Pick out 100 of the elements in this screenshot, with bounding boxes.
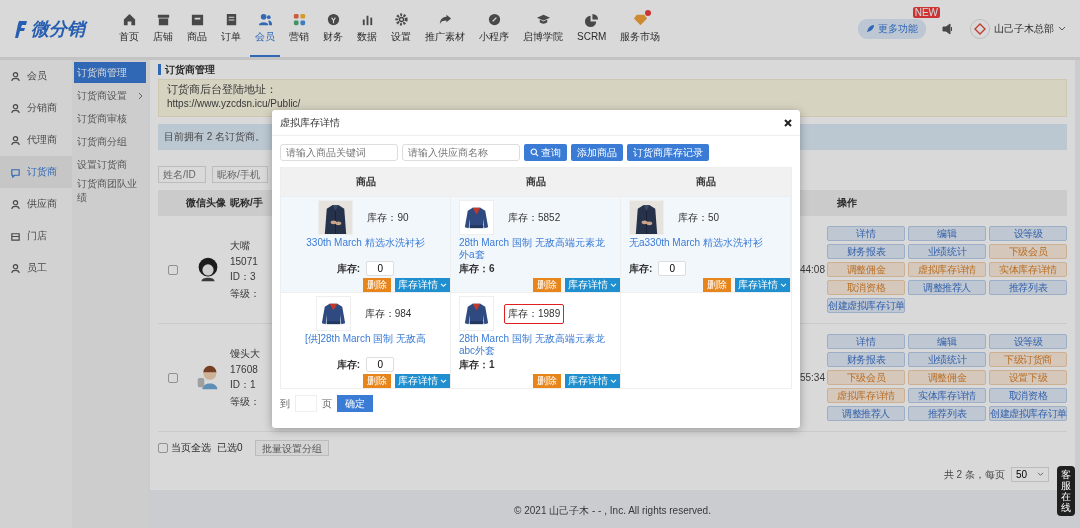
stock-count: 库存：984 xyxy=(363,306,413,321)
sidebar-item[interactable]: 会员 xyxy=(0,60,72,92)
nav-tab[interactable]: SCRM xyxy=(572,0,612,57)
delete-button[interactable]: 删除 xyxy=(703,278,731,292)
action-button[interactable]: 业绩统计 xyxy=(908,352,986,367)
search-button[interactable]: 查询 xyxy=(524,144,567,161)
row-checkbox[interactable] xyxy=(168,372,178,383)
action-button[interactable]: 虚拟库存详情 xyxy=(908,262,986,277)
account-name[interactable]: 山己子木总部 xyxy=(994,21,1054,36)
stock-details-button[interactable]: 库存详情 xyxy=(565,278,620,292)
product-link[interactable]: 无a330th March 精选水洗衬衫 xyxy=(621,235,790,249)
action-button[interactable]: 下级会员 xyxy=(989,244,1067,259)
action-button[interactable]: 取消资格 xyxy=(827,280,905,295)
action-button[interactable]: 虚拟库存详情 xyxy=(827,388,905,403)
product-link[interactable]: [供]28th March 国制 无敌高 xyxy=(281,331,450,345)
stock-input[interactable]: 0 xyxy=(366,357,395,372)
action-button[interactable]: 取消资格 xyxy=(989,388,1067,403)
stock-details-button[interactable]: 库存详情 xyxy=(735,278,790,292)
action-button[interactable]: 设等级 xyxy=(989,334,1067,349)
page-label: 页 xyxy=(322,396,332,411)
action-button[interactable]: 业绩统计 xyxy=(908,244,986,259)
action-button[interactable]: 调整推荐人 xyxy=(908,280,986,295)
nav-tab[interactable]: 小程序 xyxy=(474,0,514,57)
sidebar-label: 代理商 xyxy=(27,133,57,147)
search-field[interactable]: 请输入商品关键词 xyxy=(280,144,398,161)
action-button[interactable]: 财务报表 xyxy=(827,244,905,259)
nav-tab[interactable]: 店铺 xyxy=(148,0,178,57)
action-button[interactable]: 编辑 xyxy=(908,334,986,349)
action-button[interactable]: 实体库存详情 xyxy=(908,388,986,403)
speaker-icon[interactable] xyxy=(942,22,954,35)
subnav-item[interactable]: 设置订货商 xyxy=(74,154,146,175)
more-features-button[interactable]: 更多功能 xyxy=(858,18,926,39)
search-icon xyxy=(530,148,539,157)
select-all-label[interactable]: 当页全选 xyxy=(171,441,211,455)
nav-tab[interactable]: 会员 xyxy=(250,0,280,57)
sidebar-item[interactable]: 分销商 xyxy=(0,92,72,124)
action-button[interactable]: 推荐列表 xyxy=(989,280,1067,295)
action-button[interactable]: 下级会员 xyxy=(827,370,905,385)
product-link[interactable]: 28th March 国制 无敌高端元素龙外a套 xyxy=(451,235,620,261)
action-button[interactable]: 详情 xyxy=(827,226,905,241)
search-field[interactable]: 请输入供应商名称 xyxy=(402,144,520,161)
batch-group-button[interactable]: 批量设置分组 xyxy=(254,440,329,456)
nav-tab[interactable]: 启博学院 xyxy=(518,0,568,57)
subnav-item[interactable]: 订货商团队业绩 xyxy=(74,177,146,205)
action-button[interactable]: 下级订货商 xyxy=(989,352,1067,367)
subnav-item[interactable]: 订货商管理 xyxy=(74,62,146,83)
action-button[interactable]: 详情 xyxy=(827,334,905,349)
nav-tab[interactable]: 商品 xyxy=(182,0,212,57)
sidebar-item[interactable]: 订货商 xyxy=(0,156,72,188)
toolbar-button[interactable]: 添加商品 xyxy=(571,144,623,161)
sidebar-label: 供应商 xyxy=(27,197,57,211)
product-link[interactable]: 28th March 国制 无敌高端元素龙abc外套 xyxy=(451,331,620,357)
confirm-button[interactable]: 确定 xyxy=(337,395,373,412)
sidebar-item[interactable]: 门店 xyxy=(0,220,72,252)
toolbar-button[interactable]: 订货商库存记录 xyxy=(627,144,709,161)
action-button[interactable]: 实体库存详情 xyxy=(989,262,1067,277)
nav-tab[interactable]: 数据 xyxy=(352,0,382,57)
nav-tab[interactable]: 服务市场 xyxy=(615,0,666,57)
action-button[interactable]: 推荐列表 xyxy=(908,406,986,421)
action-button[interactable]: 创建虚拟库存订单 xyxy=(989,406,1067,421)
delete-button[interactable]: 删除 xyxy=(533,374,561,388)
filter-field[interactable]: 姓名/ID xyxy=(158,166,206,183)
action-button[interactable]: 调整佣金 xyxy=(827,262,905,277)
action-button[interactable]: 调整佣金 xyxy=(908,370,986,385)
nav-tab[interactable]: 营销 xyxy=(284,0,314,57)
action-button[interactable]: 设置下级 xyxy=(989,370,1067,385)
select-all-checkbox[interactable] xyxy=(158,443,168,453)
action-button[interactable]: 财务报表 xyxy=(827,352,905,367)
member-info: 等级： xyxy=(230,286,260,301)
chat-tab[interactable]: 客服在线 xyxy=(1057,466,1075,516)
sidebar-item[interactable]: 代理商 xyxy=(0,124,72,156)
delete-button[interactable]: 删除 xyxy=(533,278,561,292)
stock-details-button[interactable]: 库存详情 xyxy=(395,374,450,388)
sidebar-item[interactable]: 供应商 xyxy=(0,188,72,220)
delete-button[interactable]: 删除 xyxy=(363,278,391,292)
action-button[interactable]: 创建虚拟库存订单 xyxy=(827,298,905,313)
stock-details-button[interactable]: 库存详情 xyxy=(565,374,620,388)
close-icon[interactable] xyxy=(784,118,792,127)
stock-input[interactable]: 0 xyxy=(658,261,687,276)
action-button[interactable]: 调整推荐人 xyxy=(827,406,905,421)
filter-field[interactable]: 昵称/手机 xyxy=(212,166,268,183)
nav-tab[interactable]: 设置 xyxy=(386,0,416,57)
page-size-select[interactable]: 50 xyxy=(1010,467,1049,482)
nav-tab[interactable]: 首页 xyxy=(114,0,144,57)
nav-tab[interactable]: 财务 xyxy=(318,0,348,57)
chevron-down-icon xyxy=(440,282,447,288)
subnav-item[interactable]: 订货商设置 xyxy=(74,85,146,106)
nav-tab[interactable]: 推广素材 xyxy=(420,0,470,57)
action-button[interactable]: 编辑 xyxy=(908,226,986,241)
product-link[interactable]: 330th March 精选水洗衬衫 xyxy=(281,235,450,249)
stock-details-button[interactable]: 库存详情 xyxy=(395,278,450,292)
action-button[interactable]: 设等级 xyxy=(989,226,1067,241)
subnav-label: 订货商分组 xyxy=(77,134,127,149)
stock-input[interactable]: 0 xyxy=(366,261,395,276)
subnav-item[interactable]: 订货商审核 xyxy=(74,108,146,129)
subnav-item[interactable]: 订货商分组 xyxy=(74,131,146,152)
delete-button[interactable]: 删除 xyxy=(363,374,391,388)
row-checkbox[interactable] xyxy=(168,264,178,275)
nav-tab[interactable]: 订单 xyxy=(216,0,246,57)
sidebar-item[interactable]: 员工 xyxy=(0,252,72,284)
